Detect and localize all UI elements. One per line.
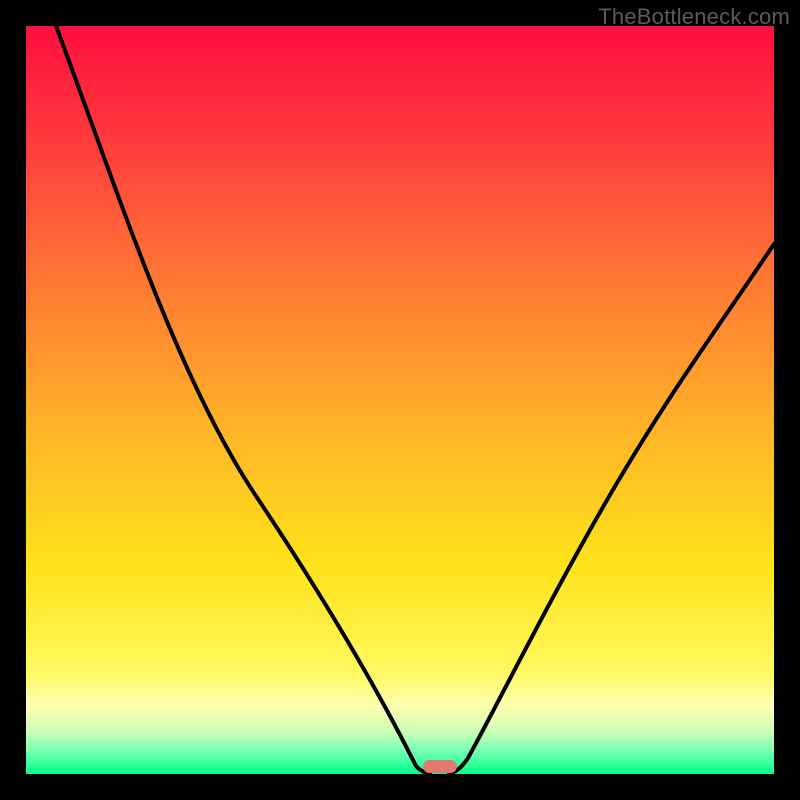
bottleneck-curve <box>26 26 774 774</box>
curve-right-branch <box>449 244 774 773</box>
watermark-text: TheBottleneck.com <box>598 4 790 30</box>
chart-frame: TheBottleneck.com <box>0 0 800 800</box>
plot-area <box>26 26 774 774</box>
curve-left-branch <box>56 26 430 773</box>
optimal-point-marker <box>423 760 457 773</box>
